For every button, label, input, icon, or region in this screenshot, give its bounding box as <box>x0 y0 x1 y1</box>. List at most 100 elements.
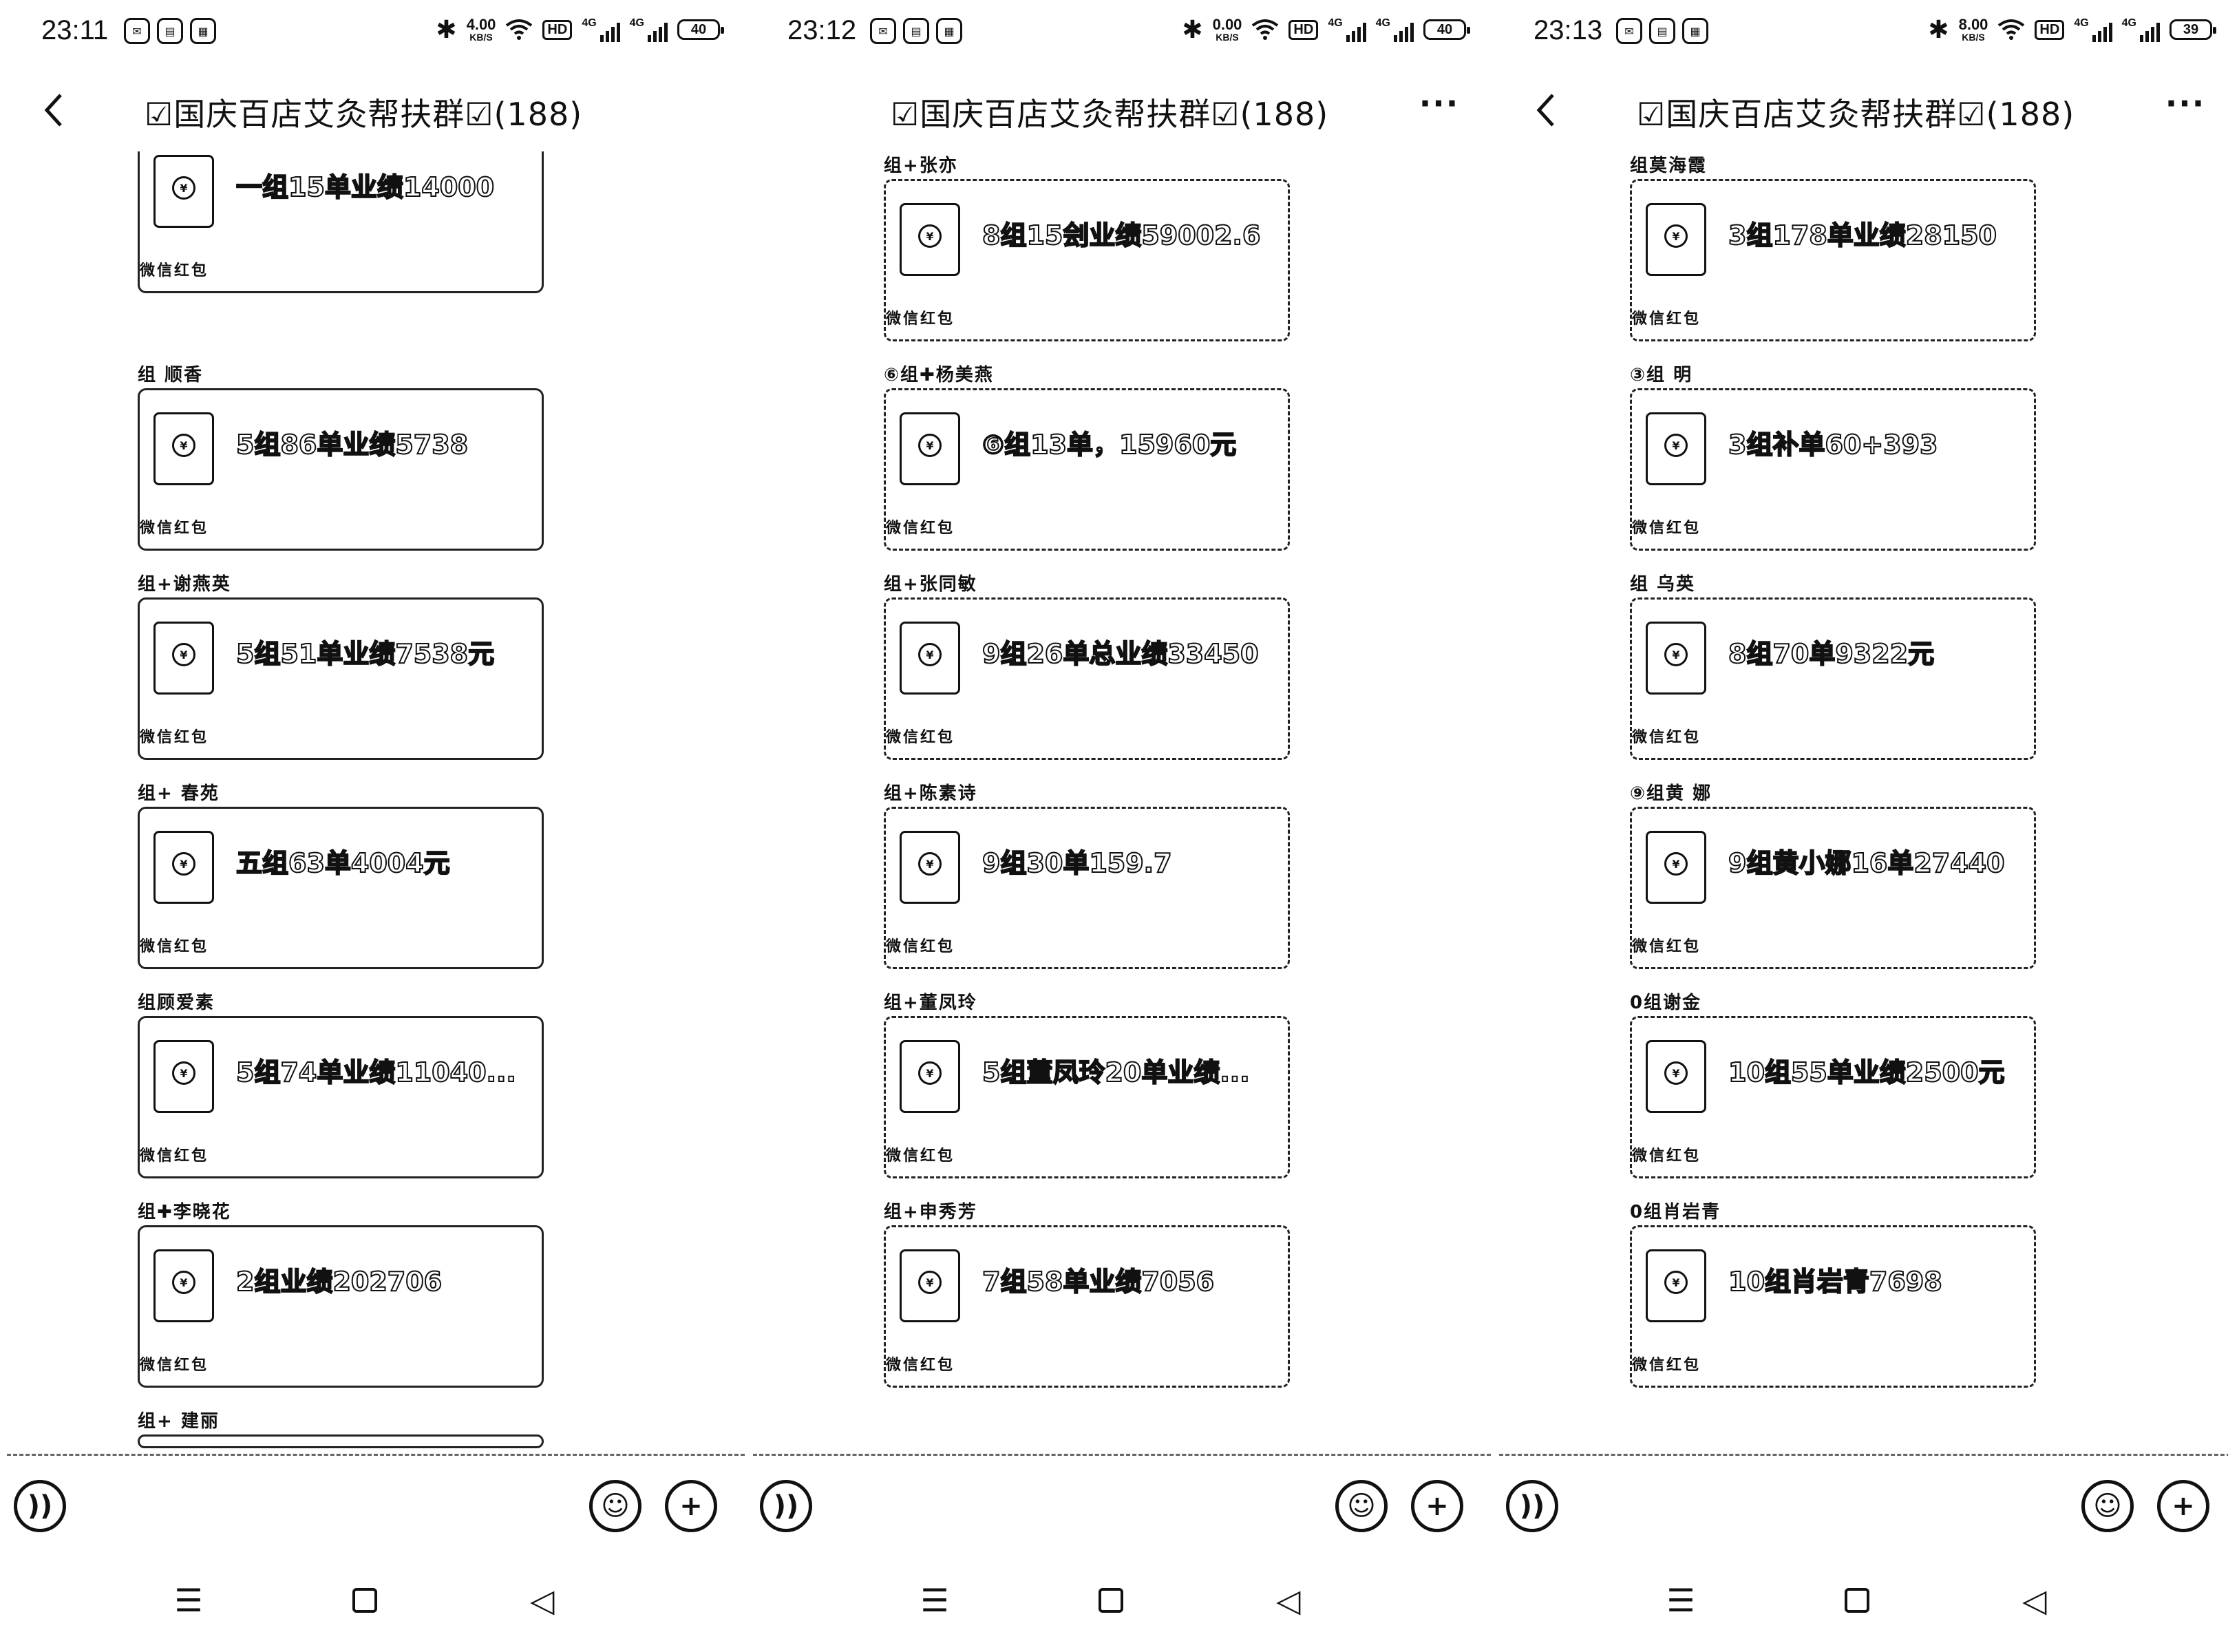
speed-unit: KB/S <box>1216 32 1239 43</box>
sender-name: ⑥组✚杨美燕 <box>884 365 994 385</box>
notification-icons: ✉ ▤ ▦ <box>1616 18 1708 44</box>
red-packet-icon: ¥ <box>153 1249 214 1322</box>
red-packet-icon: ¥ <box>1646 831 1706 904</box>
network-type: 4G <box>629 17 644 29</box>
input-bar: )) ☺ + <box>753 1473 1491 1549</box>
message-list[interactable]: ¥ 一组15单业绩14000 微信红包组 顺香 ¥5组86单业绩5738 微信红包 组+谢… <box>7 151 745 1459</box>
plus-button[interactable]: + <box>1411 1480 1463 1532</box>
voice-icon: )) <box>27 1490 53 1522</box>
red-packet-card[interactable]: ¥ <box>138 1434 544 1448</box>
red-packet-card[interactable]: ¥9组26单总业绩33450 微信红包 <box>884 597 1290 760</box>
red-packet-card[interactable]: ¥7组58单业绩7056 微信红包 <box>884 1225 1290 1388</box>
coin-icon: ¥ <box>918 643 942 666</box>
red-packet-message: 3组补单60+393 <box>1728 429 1938 460</box>
voice-icon: )) <box>773 1490 799 1522</box>
red-packet-card[interactable]: ¥5组51单业绩7538元 微信红包 <box>138 597 544 760</box>
red-packet-label: 微信红包 <box>886 1357 955 1374</box>
back-nav-button[interactable]: ◁ <box>2014 1580 2055 1621</box>
coin-icon: ¥ <box>172 1271 195 1294</box>
coin-icon: ¥ <box>918 852 942 876</box>
message-item: ⑨组黄 娜 ¥9组黄小娜16单27440 微信红包 <box>1499 779 2228 995</box>
menu-nav-button[interactable]: ☰ <box>914 1580 955 1621</box>
emoji-button[interactable]: ☺ <box>589 1480 641 1532</box>
sender-name: ⑨组黄 娜 <box>1630 783 1712 804</box>
more-options-button[interactable]: ··· <box>1415 87 1463 131</box>
plus-button[interactable]: + <box>665 1480 717 1532</box>
red-packet-card[interactable]: ¥ 五组63单4004元 微信红包 <box>138 807 544 969</box>
home-icon <box>1099 1588 1123 1613</box>
sender-name: 组+谢燕英 <box>138 574 231 595</box>
sender-name: 组+张亦 <box>884 156 958 176</box>
bluetooth-icon: ✱ <box>1182 15 1203 43</box>
message-item: 组 乌英 ¥8组70单9322元 微信红包 <box>1499 570 2228 786</box>
voice-button[interactable]: )) <box>1506 1480 1558 1532</box>
red-packet-message: 一组15单业绩14000 <box>236 171 495 203</box>
home-nav-button[interactable] <box>1836 1580 1878 1621</box>
back-nav-button[interactable]: ◁ <box>522 1580 563 1621</box>
red-packet-message: 5组董凤玲20单业绩... <box>982 1057 1251 1088</box>
red-packet-card[interactable]: ¥5组董凤玲20单业绩... 微信红包 <box>884 1016 1290 1178</box>
coin-icon: ¥ <box>918 434 942 457</box>
red-packet-icon: ¥ <box>1646 622 1706 695</box>
emoji-button[interactable]: ☺ <box>1335 1480 1388 1532</box>
coin-icon: ¥ <box>172 852 195 876</box>
home-nav-button[interactable] <box>1090 1580 1132 1621</box>
phone-screen: 23:11 ✉ ▤ ▦ ✱ 4.00 KB/S HD 4G 4G 40 ☑国庆百… <box>7 0 745 1652</box>
sender-name: 组+陈素诗 <box>884 783 977 804</box>
wechat-notification-icon: ✉ <box>1616 18 1642 44</box>
more-options-button[interactable] <box>669 89 717 131</box>
coin-icon: ¥ <box>918 1061 942 1085</box>
bluetooth-icon: ✱ <box>1928 15 1949 43</box>
red-packet-card[interactable]: ¥9组黄小娜16单27440 微信红包 <box>1630 807 2036 969</box>
emoji-button[interactable]: ☺ <box>2081 1480 2134 1532</box>
coin-icon: ¥ <box>1664 434 1688 457</box>
red-packet-card[interactable]: ¥5组74单业绩11040... 微信红包 <box>138 1016 544 1178</box>
voice-button[interactable]: )) <box>14 1480 66 1532</box>
screenshot-collage: 23:11 ✉ ▤ ▦ ✱ 4.00 KB/S HD 4G 4G 40 ☑国庆百… <box>0 0 2228 1652</box>
red-packet-card[interactable]: ¥5组86单业绩5738 微信红包 <box>138 388 544 551</box>
plus-icon: + <box>1425 1490 1449 1522</box>
red-packet-card[interactable]: ¥3组178单业绩28150 微信红包 <box>1630 179 2036 341</box>
sender-name: 组+董凤玲 <box>884 993 977 1013</box>
voice-icon: )) <box>1519 1490 1545 1522</box>
plus-button[interactable]: + <box>2157 1480 2209 1532</box>
message-list[interactable]: 组莫海霞 ¥3组178单业绩28150 微信红包 ③组 明 ¥3组补单60+393 微信… <box>1499 151 2228 1459</box>
message-item: 组+ 春苑 ¥ 五组63单4004元 微信红包 <box>7 779 745 995</box>
red-packet-card[interactable]: ¥ ⑥组13单，15960元 微信红包 <box>884 388 1290 551</box>
red-packet-card[interactable]: ¥9组30单159.7 微信红包 <box>884 807 1290 969</box>
red-packet-icon: ¥ <box>153 831 214 904</box>
news-notification-icon: ▦ <box>1682 18 1708 44</box>
red-packet-card[interactable]: ¥3组补单60+393 微信红包 <box>1630 388 2036 551</box>
emoji-icon: ☺ <box>1347 1490 1376 1522</box>
red-packet-icon: ¥ <box>1646 203 1706 276</box>
home-nav-button[interactable] <box>344 1580 385 1621</box>
message-item: 组+张亦 ¥8组15刽业绩59002.6 微信红包 <box>753 151 1491 368</box>
menu-nav-button[interactable]: ☰ <box>168 1580 209 1621</box>
app-notification-icon: ▤ <box>157 18 183 44</box>
back-button[interactable] <box>34 89 76 131</box>
message-item: 0组肖岩青 ¥10组肖岩青7698 微信红包 <box>1499 1198 2228 1414</box>
red-packet-icon: ¥ <box>900 1040 960 1113</box>
red-packet-card[interactable]: ¥10组55单业绩2500元 微信红包 <box>1630 1016 2036 1178</box>
home-icon <box>1845 1588 1869 1613</box>
red-packet-card[interactable]: ¥8组70单9322元 微信红包 <box>1630 597 2036 760</box>
red-packet-label: 微信红包 <box>1632 1357 1701 1374</box>
chat-title: ☑国庆百店艾灸帮扶群☑(188) <box>145 96 583 133</box>
red-packet-label: 微信红包 <box>140 1357 209 1374</box>
back-button[interactable] <box>1527 89 1568 131</box>
wifi-icon <box>1251 19 1279 41</box>
system-navbar: ☰ ◁ <box>1499 1580 2228 1628</box>
red-packet-card[interactable]: ¥ 一组15单业绩14000 微信红包 <box>138 151 544 293</box>
back-nav-button[interactable]: ◁ <box>1268 1580 1309 1621</box>
plus-icon: + <box>679 1490 703 1522</box>
red-packet-card[interactable]: ¥10组肖岩青7698 微信红包 <box>1630 1225 2036 1388</box>
network-type: 4G <box>2074 17 2089 29</box>
menu-nav-button[interactable]: ☰ <box>1660 1580 1701 1621</box>
red-packet-message: 5组86单业绩5738 <box>236 429 469 460</box>
voice-button[interactable]: )) <box>760 1480 812 1532</box>
more-options-button[interactable]: ··· <box>2161 87 2209 131</box>
red-packet-card[interactable]: ¥2组业绩202706 微信红包 <box>138 1225 544 1388</box>
red-packet-card[interactable]: ¥8组15刽业绩59002.6 微信红包 <box>884 179 1290 341</box>
coin-icon: ¥ <box>1664 1271 1688 1294</box>
message-list[interactable]: 组+张亦 ¥8组15刽业绩59002.6 微信红包 ⑥组✚杨美燕 ¥ ⑥组13单，1596… <box>753 151 1491 1459</box>
